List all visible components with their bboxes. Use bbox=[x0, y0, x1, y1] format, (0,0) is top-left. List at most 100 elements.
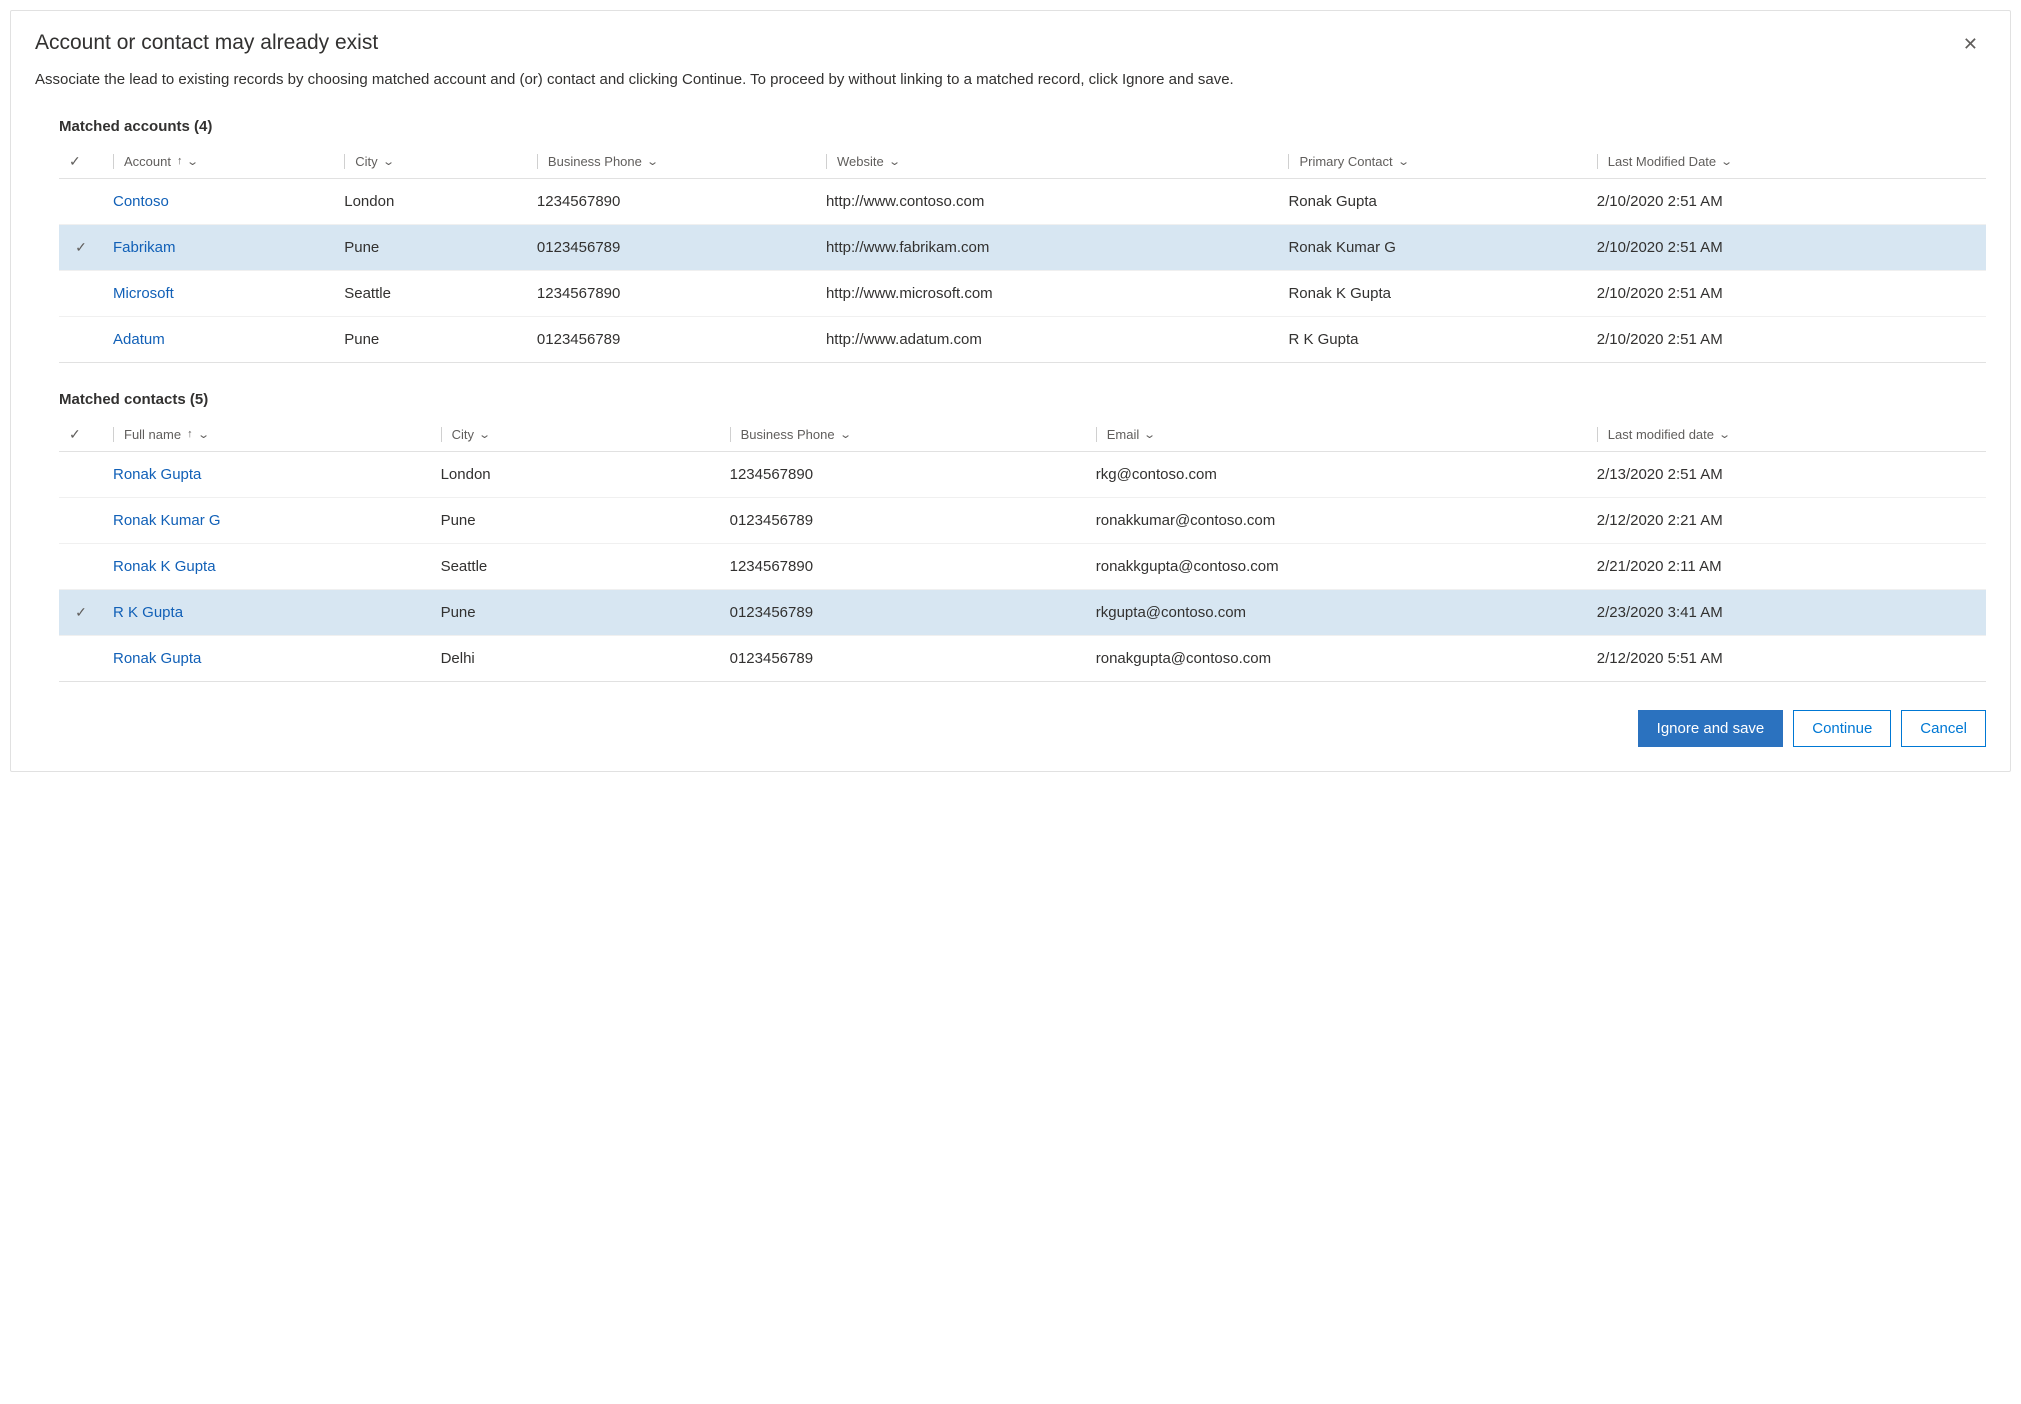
cell-last-modified: 2/23/2020 3:41 AM bbox=[1587, 589, 1986, 635]
table-row[interactable]: AdatumPune0123456789http://www.adatum.co… bbox=[59, 316, 1986, 362]
cell-email: ronakkgupta@contoso.com bbox=[1086, 543, 1587, 589]
contact-link[interactable]: Ronak Gupta bbox=[113, 650, 201, 667]
column-label: Last Modified Date bbox=[1608, 154, 1716, 169]
table-row[interactable]: Ronak GuptaDelhi0123456789ronakgupta@con… bbox=[59, 635, 1986, 681]
cell-last-modified: 2/10/2020 2:51 AM bbox=[1587, 178, 1986, 224]
column-header-account[interactable]: Account ↑ ⌄ bbox=[103, 145, 334, 179]
contact-link[interactable]: R K Gupta bbox=[113, 604, 183, 621]
select-all-accounts-header[interactable]: ✓ bbox=[59, 145, 103, 179]
table-row[interactable]: MicrosoftSeattle1234567890http://www.mic… bbox=[59, 270, 1986, 316]
cell-city: Pune bbox=[334, 224, 527, 270]
cell-phone: 1234567890 bbox=[720, 451, 1086, 497]
chevron-down-icon: ⌄ bbox=[478, 428, 491, 441]
matched-accounts-section: Matched accounts (4) ✓ Account ↑ ⌄ bbox=[35, 118, 1986, 363]
row-selector[interactable] bbox=[59, 635, 103, 681]
check-icon: ✓ bbox=[69, 426, 81, 443]
cell-phone: 0123456789 bbox=[720, 497, 1086, 543]
chevron-down-icon: ⌄ bbox=[888, 155, 901, 168]
cell-city: Seattle bbox=[431, 543, 720, 589]
cell-phone: 0123456789 bbox=[720, 635, 1086, 681]
column-header-last-modified[interactable]: Last modified date ⌄ bbox=[1587, 418, 1986, 452]
cell-city: London bbox=[334, 178, 527, 224]
table-row[interactable]: Ronak Gupta London1234567890rkg@contoso.c… bbox=[59, 451, 1986, 497]
dialog-header: Account or contact may already exist ✕ bbox=[35, 31, 1986, 69]
contact-link[interactable]: Ronak Gupta bbox=[113, 466, 201, 483]
column-header-phone[interactable]: Business Phone ⌄ bbox=[720, 418, 1086, 452]
continue-button[interactable]: Continue bbox=[1793, 710, 1891, 747]
cell-phone: 0123456789 bbox=[720, 589, 1086, 635]
table-row[interactable]: Ronak K Gupta Seattle1234567890ronakkgupt… bbox=[59, 543, 1986, 589]
cell-last-modified: 2/13/2020 2:51 AM bbox=[1587, 451, 1986, 497]
column-label: Email bbox=[1107, 427, 1140, 442]
cell-last-modified: 2/12/2020 5:51 AM bbox=[1587, 635, 1986, 681]
column-label: City bbox=[355, 154, 377, 169]
table-row[interactable]: Ronak Kumar G Pune0123456789ronakkumar@co… bbox=[59, 497, 1986, 543]
check-icon: ✓ bbox=[75, 604, 87, 621]
chevron-down-icon: ⌄ bbox=[1143, 428, 1156, 441]
table-row[interactable]: ✓FabrikamPune0123456789http://www.fabrik… bbox=[59, 224, 1986, 270]
account-link[interactable]: Fabrikam bbox=[113, 239, 176, 256]
row-selector[interactable] bbox=[59, 451, 103, 497]
contact-link[interactable]: Ronak K Gupta bbox=[113, 558, 216, 575]
close-button[interactable]: ✕ bbox=[1955, 31, 1986, 57]
cell-website: http://www.contoso.com bbox=[816, 178, 1278, 224]
column-header-city[interactable]: City ⌄ bbox=[334, 145, 527, 179]
cell-last-modified: 2/10/2020 2:51 AM bbox=[1587, 316, 1986, 362]
table-row[interactable]: ✓R K GuptaPune0123456789rkgupta@contoso.… bbox=[59, 589, 1986, 635]
dialog-title: Account or contact may already exist bbox=[35, 31, 378, 55]
row-selector[interactable]: ✓ bbox=[59, 224, 103, 270]
contacts-grid: ✓ Full name ↑ ⌄ City ⌄ bbox=[59, 418, 1986, 682]
row-selector[interactable] bbox=[59, 316, 103, 362]
cell-website: http://www.microsoft.com bbox=[816, 270, 1278, 316]
row-selector[interactable] bbox=[59, 497, 103, 543]
column-header-fullname[interactable]: Full name ↑ ⌄ bbox=[103, 418, 431, 452]
matched-accounts-title: Matched accounts (4) bbox=[59, 118, 1986, 135]
cell-email: rkg@contoso.com bbox=[1086, 451, 1587, 497]
ignore-and-save-button[interactable]: Ignore and save bbox=[1638, 710, 1784, 747]
cell-last-modified: 2/10/2020 2:51 AM bbox=[1587, 270, 1986, 316]
dialog-description: Associate the lead to existing records b… bbox=[35, 69, 1986, 92]
sort-ascending-icon: ↑ bbox=[177, 155, 183, 167]
cell-phone: 1234567890 bbox=[720, 543, 1086, 589]
column-header-email[interactable]: Email ⌄ bbox=[1086, 418, 1587, 452]
row-selector[interactable]: ✓ bbox=[59, 589, 103, 635]
cell-city: London bbox=[431, 451, 720, 497]
dialog-footer: Ignore and save Continue Cancel bbox=[35, 710, 1986, 747]
table-row[interactable]: Contoso London1234567890http://www.contos… bbox=[59, 178, 1986, 224]
row-selector[interactable] bbox=[59, 270, 103, 316]
sort-ascending-icon: ↑ bbox=[187, 428, 193, 440]
account-link[interactable]: Contoso bbox=[113, 193, 169, 210]
close-icon: ✕ bbox=[1963, 34, 1978, 54]
chevron-down-icon: ⌄ bbox=[1720, 155, 1733, 168]
row-selector[interactable] bbox=[59, 543, 103, 589]
accounts-grid: ✓ Account ↑ ⌄ City ⌄ bbox=[59, 145, 1986, 363]
cell-city: Pune bbox=[431, 497, 720, 543]
column-header-website[interactable]: Website ⌄ bbox=[816, 145, 1278, 179]
cell-city: Delhi bbox=[431, 635, 720, 681]
cancel-button[interactable]: Cancel bbox=[1901, 710, 1986, 747]
column-header-phone[interactable]: Business Phone ⌄ bbox=[527, 145, 816, 179]
chevron-down-icon: ⌄ bbox=[187, 155, 200, 168]
cell-email: ronakkumar@contoso.com bbox=[1086, 497, 1587, 543]
account-link[interactable]: Adatum bbox=[113, 331, 165, 348]
cell-email: rkgupta@contoso.com bbox=[1086, 589, 1587, 635]
cell-phone: 1234567890 bbox=[527, 270, 816, 316]
matched-contacts-section: Matched contacts (5) ✓ Full name ↑ ⌄ bbox=[35, 391, 1986, 682]
row-selector[interactable] bbox=[59, 178, 103, 224]
duplicate-detection-dialog: Account or contact may already exist ✕ A… bbox=[10, 10, 2011, 772]
chevron-down-icon: ⌄ bbox=[382, 155, 395, 168]
chevron-down-icon: ⌄ bbox=[197, 428, 210, 441]
column-label: Account bbox=[124, 154, 171, 169]
check-icon: ✓ bbox=[75, 239, 87, 256]
account-link[interactable]: Microsoft bbox=[113, 285, 174, 302]
column-label: Business Phone bbox=[741, 427, 835, 442]
contacts-header-row: ✓ Full name ↑ ⌄ City ⌄ bbox=[59, 418, 1986, 452]
column-header-last-modified[interactable]: Last Modified Date ⌄ bbox=[1587, 145, 1986, 179]
column-header-city[interactable]: City ⌄ bbox=[431, 418, 720, 452]
contact-link[interactable]: Ronak Kumar G bbox=[113, 512, 221, 529]
column-label: Business Phone bbox=[548, 154, 642, 169]
cell-phone: 1234567890 bbox=[527, 178, 816, 224]
check-icon: ✓ bbox=[69, 153, 81, 170]
column-header-primary-contact[interactable]: Primary Contact ⌄ bbox=[1278, 145, 1586, 179]
select-all-contacts-header[interactable]: ✓ bbox=[59, 418, 103, 452]
